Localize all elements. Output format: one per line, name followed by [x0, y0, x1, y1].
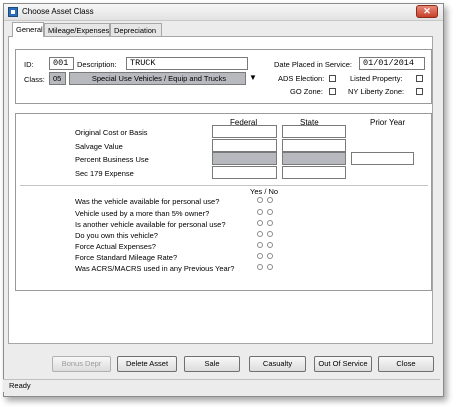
window-close-button[interactable]: ✕	[416, 5, 438, 18]
section-divider	[20, 185, 428, 186]
id-field[interactable]: 001	[49, 57, 74, 70]
description-label: Description:	[77, 60, 117, 69]
original-cost-label: Original Cost or Basis	[75, 128, 148, 137]
listed-property-label: Listed Property:	[350, 74, 403, 83]
app-icon	[8, 7, 18, 17]
question-another-vehicle-label: Is another vehicle available for persona…	[75, 220, 226, 229]
status-bar: Ready	[3, 379, 440, 392]
salvage-value-federal-field[interactable]	[212, 139, 277, 152]
tab-general[interactable]: General	[12, 22, 44, 37]
question-own-vehicle-no-radio[interactable]	[267, 231, 273, 237]
percent-business-use-label: Percent Business Use	[75, 155, 149, 164]
date-placed-label: Date Placed in Service:	[274, 60, 352, 69]
yes-no-header: Yes / No	[250, 187, 279, 196]
question-own-vehicle-label: Do you own this vehicle?	[75, 231, 158, 240]
percent-business-use-state-field	[282, 152, 346, 165]
go-zone-checkbox[interactable]	[329, 88, 336, 95]
class-label: Class:	[24, 75, 45, 84]
tab-depreciation[interactable]: Depreciation	[110, 23, 162, 36]
question-another-vehicle-yes-radio[interactable]	[257, 220, 263, 226]
out-of-service-button[interactable]: Out Of Service	[314, 356, 372, 372]
percent-business-use-federal-field	[212, 152, 277, 165]
sec-179-state-field[interactable]	[282, 166, 346, 179]
question-force-actual-label: Force Actual Expenses?	[75, 242, 156, 251]
original-cost-state-field[interactable]	[282, 125, 346, 138]
question-5pct-owner-no-radio[interactable]	[267, 209, 273, 215]
title-bar: Choose Asset Class ✕	[4, 4, 443, 21]
question-force-standard-no-radio[interactable]	[267, 253, 273, 259]
percent-business-use-prior-year-field[interactable]	[351, 152, 414, 165]
bonus-depr-button[interactable]: Bonus Depr	[52, 356, 111, 372]
delete-asset-button[interactable]: Delete Asset	[117, 356, 177, 372]
date-placed-field[interactable]: 01/01/2014	[359, 57, 425, 70]
question-acrs-macrs-no-radio[interactable]	[267, 264, 273, 270]
question-own-vehicle-yes-radio[interactable]	[257, 231, 263, 237]
question-5pct-owner-yes-radio[interactable]	[257, 209, 263, 215]
status-text: Ready	[9, 381, 31, 390]
salvage-value-label: Salvage Value	[75, 142, 123, 151]
question-personal-use-yes-radio[interactable]	[257, 197, 263, 203]
ny-liberty-zone-label: NY Liberty Zone:	[348, 87, 405, 96]
sec-179-expense-label: Sec 179 Expense	[75, 169, 134, 178]
listed-property-checkbox[interactable]	[416, 75, 423, 82]
go-zone-label: GO Zone:	[290, 87, 323, 96]
ads-election-label: ADS Election:	[278, 74, 325, 83]
class-name-field[interactable]: Special Use Vehicles / Equip and Trucks	[69, 72, 246, 85]
question-acrs-macrs-label: Was ACRS/MACRS used in any Previous Year…	[75, 264, 235, 273]
ads-election-checkbox[interactable]	[329, 75, 336, 82]
question-force-standard-label: Force Standard Mileage Rate?	[75, 253, 178, 262]
class-dropdown-icon[interactable]: ▼	[249, 73, 257, 82]
question-another-vehicle-no-radio[interactable]	[267, 220, 273, 226]
description-field[interactable]: TRUCK	[126, 57, 248, 70]
question-personal-use-label: Was the vehicle available for personal u…	[75, 197, 220, 206]
class-code-field[interactable]: 05	[49, 72, 66, 85]
window-title: Choose Asset Class	[22, 7, 94, 16]
question-acrs-macrs-yes-radio[interactable]	[257, 264, 263, 270]
question-5pct-owner-label: Vehicle used by a more than 5% owner?	[75, 209, 210, 218]
question-force-actual-yes-radio[interactable]	[257, 242, 263, 248]
sec-179-federal-field[interactable]	[212, 166, 277, 179]
ny-liberty-zone-checkbox[interactable]	[416, 88, 423, 95]
close-button[interactable]: Close	[378, 356, 434, 372]
id-label: ID:	[24, 60, 34, 69]
casualty-button[interactable]: Casualty	[249, 356, 306, 372]
original-cost-federal-field[interactable]	[212, 125, 277, 138]
sale-button[interactable]: Sale	[184, 356, 240, 372]
salvage-value-state-field[interactable]	[282, 139, 346, 152]
tab-mileage-expenses[interactable]: Mileage/Expenses	[44, 23, 110, 36]
question-force-actual-no-radio[interactable]	[267, 242, 273, 248]
question-force-standard-yes-radio[interactable]	[257, 253, 263, 259]
prior-year-column-header: Prior Year	[370, 118, 406, 127]
question-personal-use-no-radio[interactable]	[267, 197, 273, 203]
